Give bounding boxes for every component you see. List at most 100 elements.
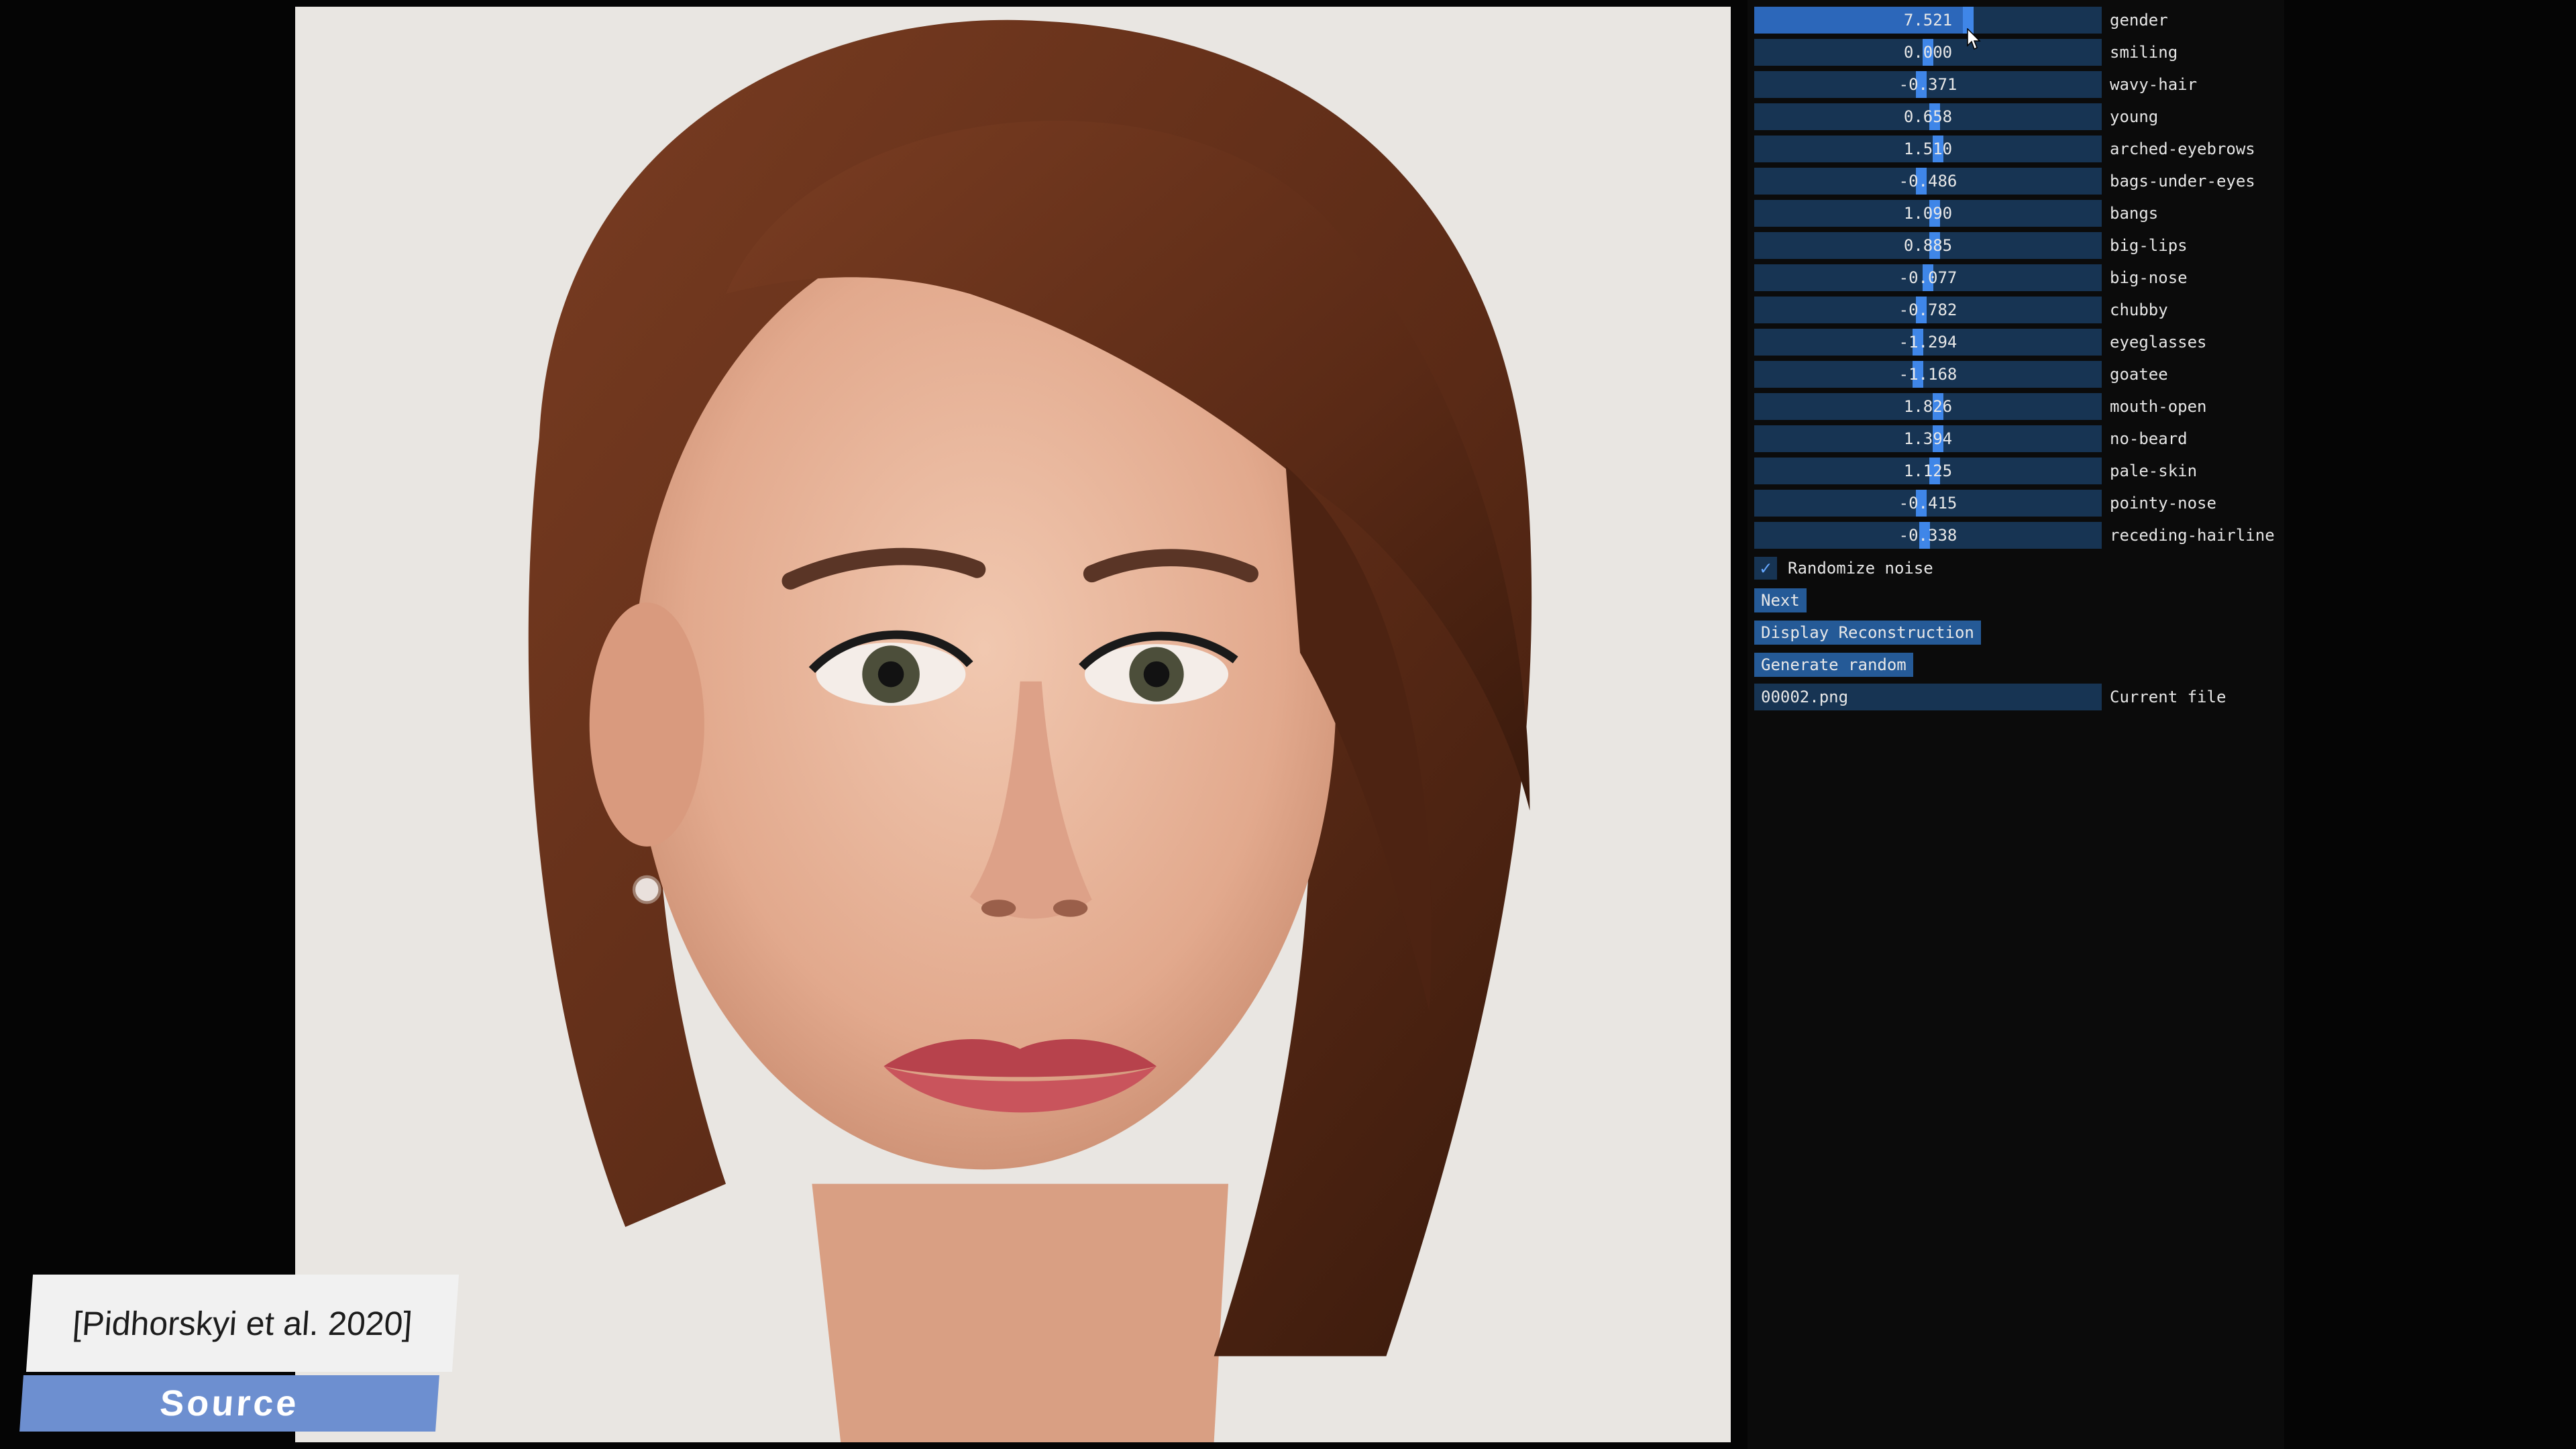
slider-row-bags-under-eyes: -0.486 bags-under-eyes (1754, 168, 2277, 195)
slider-handle[interactable] (1929, 200, 1940, 227)
slider-big-nose[interactable]: -0.077 (1754, 264, 2102, 291)
slider-row-gender: 7.521 gender (1754, 7, 2277, 34)
slider-value: 1.125 (1903, 462, 1953, 480)
slider-handle[interactable] (1923, 264, 1933, 291)
slider-value: 1.826 (1903, 397, 1953, 416)
slider-value: -1.294 (1898, 333, 1957, 352)
slider-label: bangs (2110, 204, 2159, 223)
slider-goatee[interactable]: -1.168 (1754, 361, 2102, 388)
slider-row-chubby: -0.782 chubby (1754, 297, 2277, 323)
slider-row-big-lips: 0.885 big-lips (1754, 232, 2277, 259)
randomize-noise-label: Randomize noise (1788, 559, 1933, 578)
slider-label: big-nose (2110, 268, 2188, 287)
slider-bags-under-eyes[interactable]: -0.486 (1754, 168, 2102, 195)
current-file-input[interactable]: 00002.png (1754, 684, 2102, 710)
attribute-control-panel: 7.521 gender 0.000 smiling -0.371 wavy-hair 0.… (1748, 0, 2284, 1449)
face-illustration (295, 7, 1731, 1442)
slider-label: goatee (2110, 365, 2168, 384)
slider-value: -1.168 (1898, 365, 1957, 384)
slider-row-eyeglasses: -1.294 eyeglasses (1754, 329, 2277, 356)
slider-row-pointy-nose: -0.415 pointy-nose (1754, 490, 2277, 517)
slider-handle[interactable] (1919, 522, 1930, 549)
slider-row-mouth-open: 1.826 mouth-open (1754, 393, 2277, 420)
slider-young[interactable]: 0.658 (1754, 103, 2102, 130)
randomize-noise-row[interactable]: ✓ Randomize noise (1754, 555, 1933, 582)
slider-handle[interactable] (1913, 329, 1923, 356)
slider-value: 1.090 (1903, 204, 1953, 223)
slider-handle[interactable] (1929, 232, 1940, 259)
slider-value: -0.415 (1898, 494, 1957, 513)
slider-row-receding-hairline: -0.338 receding-hairline (1754, 522, 2277, 549)
slider-handle[interactable] (1916, 71, 1927, 98)
slider-value: 0.658 (1903, 107, 1953, 126)
slider-handle[interactable] (1929, 458, 1940, 484)
slider-receding-hairline[interactable]: -0.338 (1754, 522, 2102, 549)
randomize-noise-checkbox[interactable]: ✓ (1754, 557, 1777, 580)
slider-label: bags-under-eyes (2110, 172, 2255, 191)
slider-row-bangs: 1.090 bangs (1754, 200, 2277, 227)
slider-row-big-nose: -0.077 big-nose (1754, 264, 2277, 291)
slider-label: young (2110, 107, 2159, 126)
slider-label: pale-skin (2110, 462, 2198, 480)
slider-label: pointy-nose (2110, 494, 2216, 513)
slider-fill (1754, 7, 1963, 34)
slider-label: eyeglasses (2110, 333, 2207, 352)
slider-row-wavy-hair: -0.371 wavy-hair (1754, 71, 2277, 98)
citation-banner: [Pidhorskyi et al. 2020] (25, 1275, 460, 1372)
slider-value: -0.371 (1898, 75, 1957, 94)
slider-big-lips[interactable]: 0.885 (1754, 232, 2102, 259)
slider-mouth-open[interactable]: 1.826 (1754, 393, 2102, 420)
slider-gender[interactable]: 7.521 (1754, 7, 2102, 34)
slider-pale-skin[interactable]: 1.125 (1754, 458, 2102, 484)
slider-handle[interactable] (1916, 490, 1927, 517)
slider-label: wavy-hair (2110, 75, 2198, 94)
slider-value: 1.510 (1903, 140, 1953, 158)
slider-value: 0.885 (1903, 236, 1953, 255)
slider-label: receding-hairline (2110, 526, 2275, 545)
slider-label: gender (2110, 11, 2168, 30)
slider-label: big-lips (2110, 236, 2188, 255)
app-window: 7.521 gender 0.000 smiling -0.371 wavy-hair 0.… (0, 0, 2576, 1449)
slider-handle[interactable] (1923, 39, 1933, 66)
slider-row-goatee: -1.168 goatee (1754, 361, 2277, 388)
mouse-cursor-icon (1967, 28, 1981, 50)
slider-row-young: 0.658 young (1754, 103, 2277, 130)
slider-no-beard[interactable]: 1.394 (1754, 425, 2102, 452)
slider-wavy-hair[interactable]: -0.371 (1754, 71, 2102, 98)
slider-row-smiling: 0.000 smiling (1754, 39, 2277, 66)
slider-row-pale-skin: 1.125 pale-skin (1754, 458, 2277, 484)
slider-handle[interactable] (1913, 361, 1923, 388)
slider-handle[interactable] (1929, 103, 1940, 130)
generate-random-button[interactable]: Generate random (1754, 653, 1913, 677)
slider-bangs[interactable]: 1.090 (1754, 200, 2102, 227)
slider-label: mouth-open (2110, 397, 2207, 416)
current-file-row: 00002.png Current file (1754, 684, 2277, 710)
source-banner: Source (19, 1375, 439, 1432)
generated-face-image (295, 7, 1731, 1442)
slider-value: 1.394 (1903, 429, 1953, 448)
slider-label: chubby (2110, 301, 2168, 319)
slider-handle[interactable] (1916, 297, 1927, 323)
current-file-label: Current file (2110, 688, 2226, 706)
next-button[interactable]: Next (1754, 588, 1807, 612)
slider-handle[interactable] (1933, 425, 1943, 452)
display-reconstruction-button[interactable]: Display Reconstruction (1754, 621, 1981, 645)
source-text: Source (158, 1383, 301, 1424)
slider-arched-eyebrows[interactable]: 1.510 (1754, 136, 2102, 162)
slider-handle[interactable] (1933, 393, 1943, 420)
slider-smiling[interactable]: 0.000 (1754, 39, 2102, 66)
slider-value: -0.486 (1898, 172, 1957, 191)
slider-eyeglasses[interactable]: -1.294 (1754, 329, 2102, 356)
slider-pointy-nose[interactable]: -0.415 (1754, 490, 2102, 517)
slider-handle[interactable] (1933, 136, 1943, 162)
checkmark-icon: ✓ (1760, 557, 1772, 579)
slider-label: arched-eyebrows (2110, 140, 2255, 158)
slider-chubby[interactable]: -0.782 (1754, 297, 2102, 323)
slider-value: -0.782 (1898, 301, 1957, 319)
slider-label: no-beard (2110, 429, 2188, 448)
slider-row-arched-eyebrows: 1.510 arched-eyebrows (1754, 136, 2277, 162)
slider-row-no-beard: 1.394 no-beard (1754, 425, 2277, 452)
citation-text: [Pidhorskyi et al. 2020] (71, 1304, 414, 1342)
slider-handle[interactable] (1916, 168, 1927, 195)
slider-label: smiling (2110, 43, 2178, 62)
